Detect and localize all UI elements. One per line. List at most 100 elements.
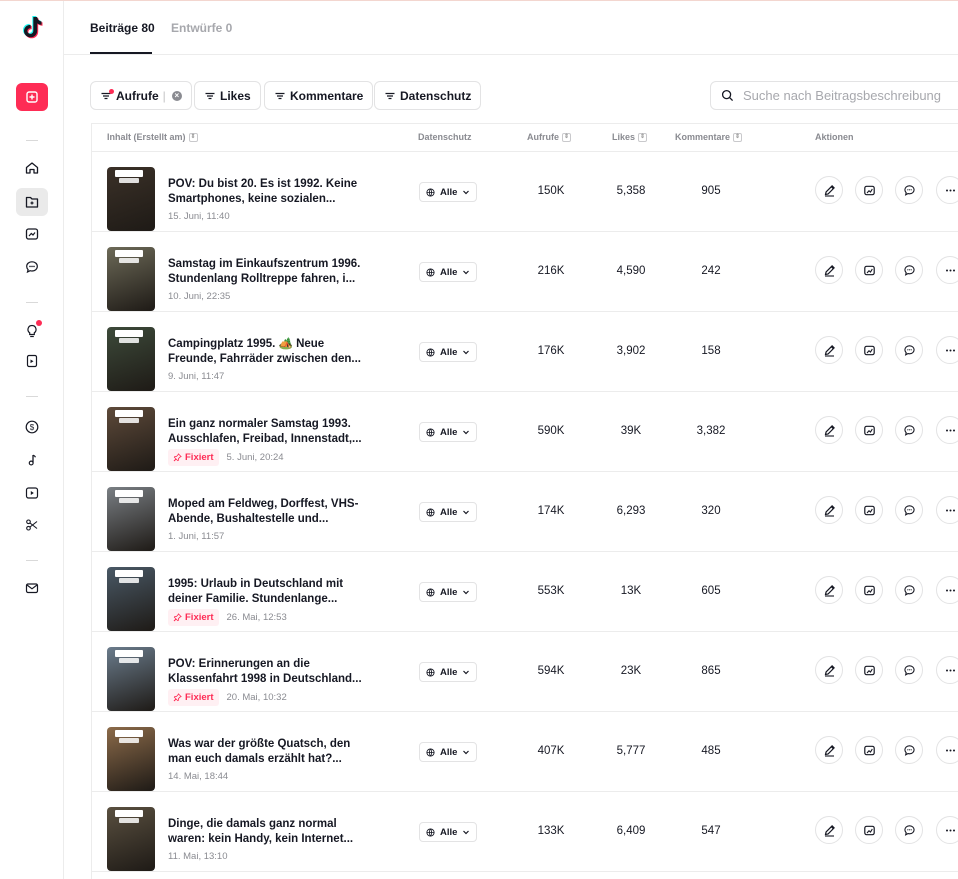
sort-icon[interactable]: ⇕ xyxy=(638,132,648,142)
reply-comments-button[interactable] xyxy=(895,176,923,204)
table-row[interactable]: 1995: Urlaub in Deutschland mit deiner F… xyxy=(92,552,958,632)
filter-privacy[interactable]: Datenschutz xyxy=(374,81,482,110)
more-options-button[interactable] xyxy=(936,336,958,364)
share-button[interactable] xyxy=(855,256,883,284)
post-title[interactable]: Moped am Feldweg, Dorffest, VHS-Abende, … xyxy=(168,497,363,527)
video-thumbnail[interactable] xyxy=(107,567,155,631)
more-options-button[interactable] xyxy=(936,656,958,684)
privacy-dropdown[interactable]: Alle xyxy=(419,822,478,842)
edit-button[interactable] xyxy=(815,496,843,524)
video-thumbnail[interactable] xyxy=(107,647,155,711)
privacy-dropdown[interactable]: Alle xyxy=(419,742,478,762)
sort-icon[interactable]: ⇕ xyxy=(562,132,571,142)
edit-button[interactable] xyxy=(815,416,843,444)
share-button[interactable] xyxy=(855,496,883,524)
more-options-button[interactable] xyxy=(936,736,958,764)
post-title[interactable]: POV: Du bist 20. Es ist 1992. Keine Smar… xyxy=(168,177,363,207)
table-row[interactable]: Was war der größte Quatsch, den man euch… xyxy=(92,712,958,792)
edit-button[interactable] xyxy=(815,256,843,284)
privacy-dropdown[interactable]: Alle xyxy=(419,262,478,282)
more-options-button[interactable] xyxy=(936,176,958,204)
edit-button[interactable] xyxy=(815,656,843,684)
table-row[interactable]: POV: Du bist 20. Es ist 1992. Keine Smar… xyxy=(92,152,958,232)
sort-icon[interactable]: ⇕ xyxy=(733,132,743,142)
sort-icon[interactable]: ⇕ xyxy=(188,132,198,142)
share-button[interactable] xyxy=(855,816,883,844)
privacy-dropdown[interactable]: Alle xyxy=(419,662,478,682)
edit-button[interactable] xyxy=(815,816,843,844)
video-thumbnail[interactable] xyxy=(107,247,155,311)
sidebar-item-mail[interactable] xyxy=(16,574,48,602)
sidebar-item-comments[interactable] xyxy=(16,253,48,281)
column-header-content[interactable]: Inhalt (Erstellt am) ⇕ xyxy=(107,132,198,142)
table-row[interactable]: Dinge, die damals ganz normal waren: kei… xyxy=(92,792,958,872)
sidebar-item-analytics[interactable] xyxy=(16,220,48,248)
more-options-button[interactable] xyxy=(936,416,958,444)
filter-likes[interactable]: Likes xyxy=(194,81,261,110)
post-title[interactable]: Was war der größte Quatsch, den man euch… xyxy=(168,737,363,767)
video-thumbnail[interactable] xyxy=(107,727,155,791)
sidebar-item-academy[interactable] xyxy=(16,347,48,375)
tab-drafts[interactable]: Entwürfe 0 xyxy=(171,21,232,35)
video-thumbnail[interactable] xyxy=(107,167,155,231)
more-options-button[interactable] xyxy=(936,576,958,604)
share-button[interactable] xyxy=(855,416,883,444)
privacy-dropdown[interactable]: Alle xyxy=(419,182,478,202)
more-options-button[interactable] xyxy=(936,496,958,524)
reply-comments-button[interactable] xyxy=(895,416,923,444)
reply-comments-button[interactable] xyxy=(895,496,923,524)
sidebar-item-edit-cut[interactable] xyxy=(16,511,48,539)
more-options-button[interactable] xyxy=(936,256,958,284)
video-thumbnail[interactable] xyxy=(107,807,155,871)
sidebar-item-home[interactable] xyxy=(16,154,48,182)
more-options-button[interactable] xyxy=(936,816,958,844)
video-thumbnail[interactable] xyxy=(107,487,155,551)
edit-button[interactable] xyxy=(815,176,843,204)
filter-comments[interactable]: Kommentare xyxy=(264,81,374,110)
edit-button[interactable] xyxy=(815,336,843,364)
privacy-dropdown[interactable]: Alle xyxy=(419,502,478,522)
privacy-dropdown[interactable]: Alle xyxy=(419,422,478,442)
table-row[interactable]: Moped am Feldweg, Dorffest, VHS-Abende, … xyxy=(92,472,958,552)
share-button[interactable] xyxy=(855,336,883,364)
reply-comments-button[interactable] xyxy=(895,736,923,764)
clear-filter-icon[interactable]: × xyxy=(171,90,182,101)
column-header-likes[interactable]: Likes ⇕ xyxy=(612,132,648,142)
reply-comments-button[interactable] xyxy=(895,656,923,684)
reply-comments-button[interactable] xyxy=(895,256,923,284)
video-thumbnail[interactable] xyxy=(107,407,155,471)
sidebar-item-sounds[interactable] xyxy=(16,446,48,474)
post-title[interactable]: POV: Erinnerungen an die Klassenfahrt 19… xyxy=(168,657,363,687)
table-row[interactable]: Campingplatz 1995. 🏕️ Neue Freunde, Fahr… xyxy=(92,312,958,392)
video-thumbnail[interactable] xyxy=(107,327,155,391)
privacy-dropdown[interactable]: Alle xyxy=(419,582,478,602)
sidebar-item-inspiration[interactable] xyxy=(16,317,48,345)
filter-views[interactable]: Aufrufe | × xyxy=(90,81,192,110)
share-button[interactable] xyxy=(855,576,883,604)
post-title[interactable]: Samstag im Einkaufszentrum 1996. Stunden… xyxy=(168,257,363,287)
post-title[interactable]: Ein ganz normaler Samstag 1993. Ausschla… xyxy=(168,417,363,447)
edit-button[interactable] xyxy=(815,736,843,764)
table-row[interactable]: Ein ganz normaler Samstag 1993. Ausschla… xyxy=(92,392,958,472)
share-button[interactable] xyxy=(855,736,883,764)
column-header-comments[interactable]: Kommentare ⇕ xyxy=(675,132,743,142)
tab-posts[interactable]: Beiträge 80 xyxy=(90,21,155,35)
tiktok-logo[interactable] xyxy=(20,15,44,41)
post-title[interactable]: Campingplatz 1995. 🏕️ Neue Freunde, Fahr… xyxy=(168,337,363,367)
table-row[interactable]: Samstag im Einkaufszentrum 1996. Stunden… xyxy=(92,232,958,312)
upload-button[interactable] xyxy=(16,83,48,111)
share-button[interactable] xyxy=(855,176,883,204)
search-input[interactable] xyxy=(743,88,958,103)
search-box[interactable] xyxy=(710,81,958,110)
post-title[interactable]: 1995: Urlaub in Deutschland mit deiner F… xyxy=(168,577,363,607)
sidebar-item-monetization[interactable]: $ xyxy=(16,413,48,441)
column-header-views[interactable]: Aufrufe ⇕ xyxy=(527,132,571,142)
edit-button[interactable] xyxy=(815,576,843,604)
reply-comments-button[interactable] xyxy=(895,816,923,844)
reply-comments-button[interactable] xyxy=(895,336,923,364)
share-button[interactable] xyxy=(855,656,883,684)
privacy-dropdown[interactable]: Alle xyxy=(419,342,478,362)
sidebar-item-posts[interactable] xyxy=(16,188,48,216)
table-row[interactable]: POV: Erinnerungen an die Klassenfahrt 19… xyxy=(92,632,958,712)
reply-comments-button[interactable] xyxy=(895,576,923,604)
